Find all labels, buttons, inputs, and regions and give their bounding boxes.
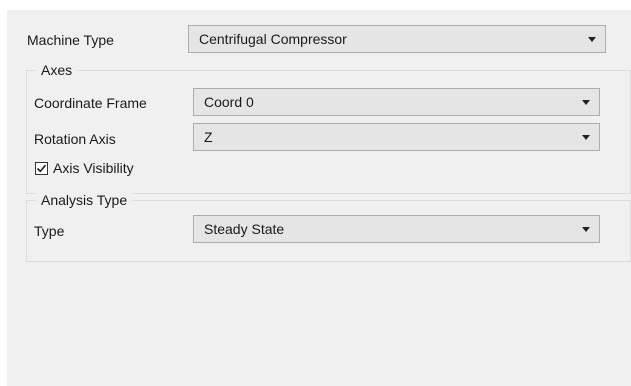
rotation-axis-value: Z <box>204 129 213 145</box>
axis-visibility-label: Axis Visibility <box>53 160 134 176</box>
machine-type-dropdown[interactable]: Centrifugal Compressor <box>188 25 606 53</box>
coordinate-frame-dropdown[interactable]: Coord 0 <box>193 88 600 116</box>
coordinate-frame-value: Coord 0 <box>204 94 254 110</box>
rotation-axis-label: Rotation Axis <box>34 131 116 147</box>
coordinate-frame-label: Coordinate Frame <box>34 95 147 111</box>
type-value: Steady State <box>204 221 285 237</box>
chevron-down-icon <box>588 37 596 42</box>
machine-type-value: Centrifugal Compressor <box>199 31 347 47</box>
details-panel: Machine Type Centrifugal Compressor Axes… <box>7 10 631 386</box>
chevron-down-icon <box>582 227 590 232</box>
checkmark-icon <box>36 164 47 173</box>
chevron-down-icon <box>582 135 590 140</box>
chevron-down-icon <box>582 100 590 105</box>
type-label: Type <box>34 223 65 239</box>
top-strip <box>0 0 631 10</box>
axis-visibility-checkbox[interactable] <box>35 162 48 175</box>
type-dropdown[interactable]: Steady State <box>193 215 600 243</box>
machine-type-label: Machine Type <box>27 32 114 48</box>
analysis-type-group-title: Analysis Type <box>36 191 133 209</box>
rotation-axis-dropdown[interactable]: Z <box>193 123 600 151</box>
axes-group-title: Axes <box>36 61 78 79</box>
